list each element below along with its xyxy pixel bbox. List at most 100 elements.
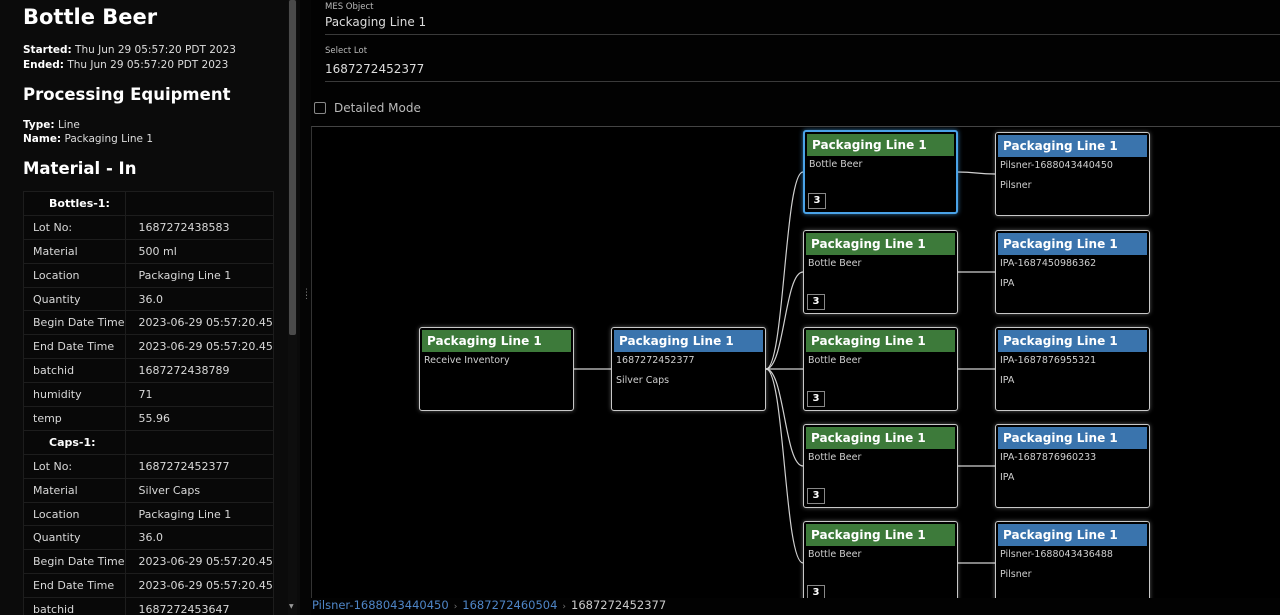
trace-node[interactable]: Packaging Line 1 Pilsner-1688043440450 Pil… xyxy=(995,132,1150,216)
trace-node[interactable]: Packaging Line 1 IPA-1687876955321 IPA xyxy=(995,327,1150,411)
name-label: Name: xyxy=(23,133,62,145)
material-group-name: Caps-1: xyxy=(23,429,126,455)
trace-node-line1: IPA-1687876960233 xyxy=(1000,452,1097,463)
detailed-mode-label: Detailed Mode xyxy=(334,101,421,115)
detailed-mode-checkbox[interactable] xyxy=(314,102,326,114)
trace-node-line1: Bottle Beer xyxy=(808,452,862,463)
table-row: End Date Time 2023-06-29 05:57:20.45 xyxy=(23,573,274,599)
ended-value: Thu Jun 29 05:57:20 PDT 2023 xyxy=(67,59,229,71)
trace-node-title: Packaging Line 1 xyxy=(422,330,571,352)
trace-node[interactable]: Packaging Line 1 Bottle Beer 3 xyxy=(803,424,958,508)
property-name: batchid xyxy=(23,597,126,615)
trace-node[interactable]: Packaging Line 1 IPA-1687450986362 IPA xyxy=(995,230,1150,314)
scroll-down-arrow-icon[interactable]: ▼ xyxy=(289,603,294,610)
property-value: 55.96 xyxy=(124,406,274,431)
trace-node[interactable]: Packaging Line 1 Bottle Beer 3 xyxy=(803,230,958,314)
property-value: 2023-06-29 05:57:20.45 xyxy=(124,310,274,336)
material-group-name: Bottles-1: xyxy=(23,191,126,216)
started-label: Started: xyxy=(23,44,72,56)
trace-node-line1: IPA-1687450986362 xyxy=(1000,258,1097,269)
trace-node-title: Packaging Line 1 xyxy=(998,330,1147,352)
property-value: 500 ml xyxy=(124,238,274,264)
trace-node-line1: Pilsner-1688043440450 xyxy=(1000,160,1113,171)
property-name: Quantity xyxy=(23,286,126,312)
trace-node-line1: Bottle Beer xyxy=(808,355,862,366)
type-value: Line xyxy=(57,119,80,131)
trace-node-line1: IPA-1687876955321 xyxy=(1000,355,1097,366)
property-name: Begin Date Time xyxy=(23,310,126,336)
trace-node-title: Packaging Line 1 xyxy=(998,233,1147,255)
trace-node[interactable]: Packaging Line 1 1687272452377 Silver Caps xyxy=(611,327,766,411)
trace-node-line2: IPA xyxy=(1000,375,1015,386)
ended-row: Ended: Thu Jun 29 05:57:20 PDT 2023 xyxy=(23,59,228,71)
trace-node-title: Packaging Line 1 xyxy=(614,330,763,352)
property-name: Lot No: xyxy=(23,453,126,479)
trace-node-count-badge[interactable]: 3 xyxy=(807,391,825,407)
property-value: Silver Caps xyxy=(124,477,274,503)
trace-node-line2: Silver Caps xyxy=(616,375,670,386)
trace-node-count-badge[interactable]: 3 xyxy=(808,193,826,209)
trace-node[interactable]: Packaging Line 1 IPA-1687876960233 IPA xyxy=(995,424,1150,508)
trace-node-title: Packaging Line 1 xyxy=(806,330,955,352)
trace-node-title: Packaging Line 1 xyxy=(807,134,954,156)
breadcrumb-chevron-icon: › xyxy=(453,602,458,612)
select-lot-input[interactable]: 1687272452377 xyxy=(325,62,424,76)
property-value: 36.0 xyxy=(124,286,274,312)
trace-node-count-badge[interactable]: 3 xyxy=(807,294,825,310)
trace-node-title: Packaging Line 1 xyxy=(806,427,955,449)
property-value: 2023-06-29 05:57:20.45 xyxy=(124,334,274,360)
started-row: Started: Thu Jun 29 05:57:20 PDT 2023 xyxy=(23,44,236,56)
graph-edge xyxy=(765,271,804,370)
property-value: 2023-06-29 05:57:20.45 xyxy=(124,573,274,599)
trace-node-line1: Bottle Beer xyxy=(808,258,862,269)
property-name: Quantity xyxy=(23,525,126,551)
breadcrumb-link[interactable]: 1687272460504 xyxy=(462,598,557,612)
property-name: Location xyxy=(23,501,126,527)
lot-trace-graph[interactable]: Packaging Line 1 Receive Inventory Packagi… xyxy=(311,126,1280,598)
equipment-name-row: Name: Packaging Line 1 xyxy=(23,133,153,145)
mes-object-input[interactable]: Packaging Line 1 xyxy=(325,15,426,29)
left-scrollbar-thumb[interactable] xyxy=(289,0,296,335)
table-row: temp 55.96 xyxy=(23,406,274,431)
material-group-empty-cell xyxy=(124,429,274,455)
type-label: Type: xyxy=(23,119,55,131)
graph-edge xyxy=(765,171,804,370)
property-name: Begin Date Time xyxy=(23,549,126,575)
property-name: End Date Time xyxy=(23,334,126,360)
trace-node[interactable]: Packaging Line 1 Pilsner-1688043436488 Pil… xyxy=(995,521,1150,598)
trace-node[interactable]: Packaging Line 1 Bottle Beer 3 xyxy=(803,327,958,411)
drag-grip-icon[interactable]: ⋮ ⋮ xyxy=(302,289,311,301)
table-row: Lot No: 1687272452377 xyxy=(23,453,274,479)
table-row: humidity 71 xyxy=(23,382,274,408)
trace-node-count-badge[interactable]: 3 xyxy=(807,585,825,598)
trace-node[interactable]: Packaging Line 1 Bottle Beer 3 xyxy=(803,521,958,598)
detailed-mode-toggle[interactable]: Detailed Mode xyxy=(314,101,421,115)
table-row: Material 500 ml xyxy=(23,238,274,264)
property-name: batchid xyxy=(23,358,126,384)
panel-splitter[interactable] xyxy=(300,0,311,615)
trace-node-count-badge[interactable]: 3 xyxy=(807,488,825,504)
trace-node-line1: Bottle Beer xyxy=(808,549,862,560)
table-row: Lot No: 1687272438583 xyxy=(23,214,274,240)
material-group-row: Caps-1: xyxy=(23,429,274,455)
property-value: 1687272438789 xyxy=(124,358,274,384)
property-name: Material xyxy=(23,477,126,503)
trace-node-line1: Receive Inventory xyxy=(424,355,510,366)
trace-node-line2: IPA xyxy=(1000,472,1015,483)
table-row: Quantity 36.0 xyxy=(23,286,274,312)
batch-details-panel: Bottle Beer Started: Thu Jun 29 05:57:20… xyxy=(0,0,300,615)
table-row: Location Packaging Line 1 xyxy=(23,262,274,288)
equipment-type-row: Type: Line xyxy=(23,119,80,131)
property-name: temp xyxy=(23,406,126,431)
graph-edge xyxy=(765,368,804,564)
table-row: Material Silver Caps xyxy=(23,477,274,503)
breadcrumb: Pilsner-1688043440450 › 1687272460504 › 1687… xyxy=(312,598,666,612)
material-group-row: Bottles-1: xyxy=(23,191,274,216)
trace-node[interactable]: Packaging Line 1 Bottle Beer 3 xyxy=(803,130,958,214)
trace-node[interactable]: Packaging Line 1 Receive Inventory xyxy=(419,327,574,411)
trace-node-line1: Bottle Beer xyxy=(809,159,863,170)
property-value: 2023-06-29 05:57:20.45 xyxy=(124,549,274,575)
property-value: 36.0 xyxy=(124,525,274,551)
breadcrumb-link[interactable]: Pilsner-1688043440450 xyxy=(312,598,449,612)
table-row: End Date Time 2023-06-29 05:57:20.45 xyxy=(23,334,274,360)
